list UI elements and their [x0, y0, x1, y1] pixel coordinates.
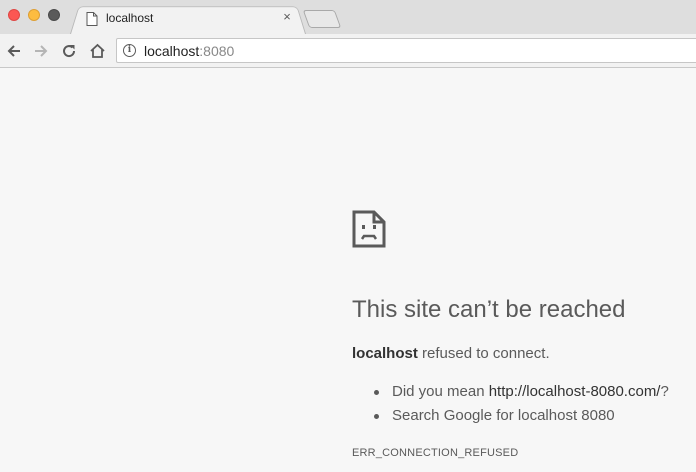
window-minimize-button[interactable] — [28, 9, 40, 21]
forward-button[interactable] — [30, 40, 52, 62]
toolbar: i localhost:8080 — [0, 34, 696, 68]
reload-icon — [63, 45, 76, 58]
tab-close-icon[interactable]: × — [280, 10, 294, 24]
suggestion-did-you-mean: Did you mean http://localhost-8080.com/? — [352, 383, 669, 407]
reload-button[interactable] — [58, 40, 80, 62]
url-text[interactable]: localhost:8080 — [144, 43, 234, 59]
suggestion-search-google: Search Google for localhost 8080 — [352, 407, 669, 431]
url-port: :8080 — [199, 43, 235, 59]
suggestion-link[interactable]: http://localhost-8080.com/ — [489, 383, 661, 400]
address-bar[interactable]: i localhost:8080 — [116, 38, 696, 63]
suggestion-suffix: ? — [660, 383, 669, 400]
arrow-right-icon — [35, 45, 48, 57]
new-tab-button[interactable] — [302, 10, 342, 28]
suggestion-list: Did you mean http://localhost-8080.com/?… — [352, 383, 669, 431]
tab-localhost[interactable]: localhost × — [80, 4, 300, 34]
error-page: This site can’t be reached localhost ref… — [0, 68, 696, 472]
error-detail-text: refused to connect. — [417, 345, 550, 362]
sad-page-icon — [352, 210, 386, 248]
page-icon — [86, 12, 98, 26]
url-host: localhost — [144, 43, 200, 59]
tab-title: localhost — [106, 11, 154, 25]
arrow-left-icon — [7, 45, 20, 57]
error-host: localhost — [352, 345, 418, 362]
suggestion-prefix: Did you mean — [392, 383, 489, 400]
home-button[interactable] — [86, 40, 108, 62]
back-button[interactable] — [3, 40, 25, 62]
home-icon — [89, 43, 105, 58]
error-code: ERR_CONNECTION_REFUSED — [352, 447, 519, 459]
tab-strip: localhost × — [0, 0, 696, 34]
window-close-button[interactable] — [8, 9, 20, 21]
window-maximize-button[interactable] — [48, 9, 60, 21]
error-detail: localhost refused to connect. — [352, 345, 550, 362]
search-google-link[interactable]: Search Google for localhost 8080 — [392, 407, 615, 424]
error-headline: This site can’t be reached — [352, 296, 626, 323]
info-icon[interactable]: i — [123, 44, 136, 57]
